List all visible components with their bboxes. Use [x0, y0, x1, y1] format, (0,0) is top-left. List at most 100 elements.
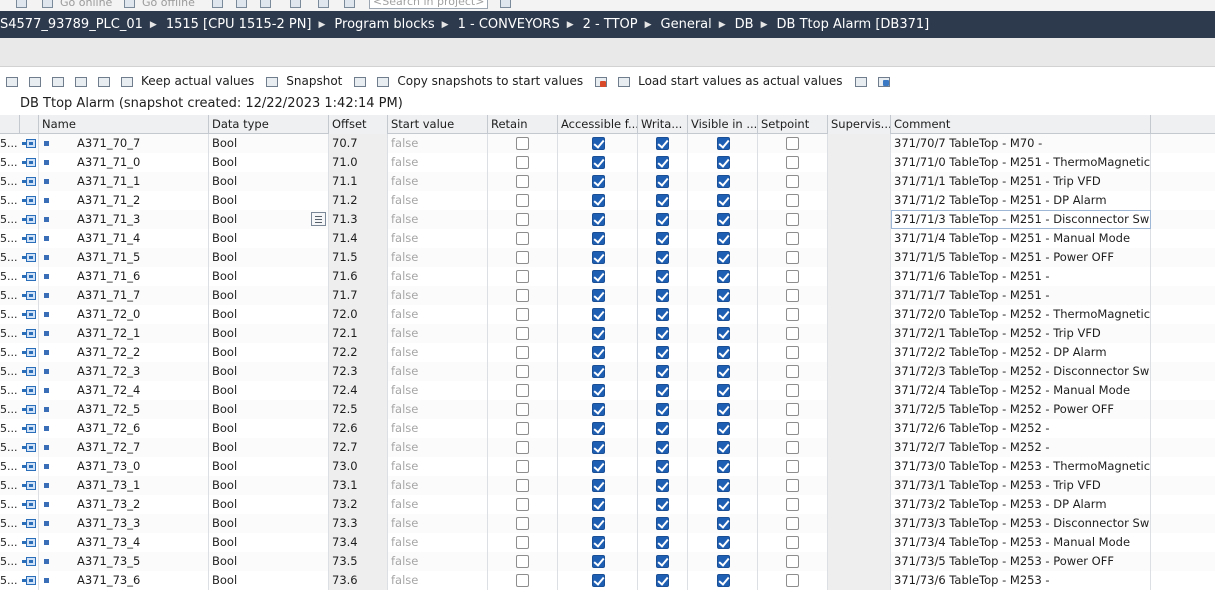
data-type[interactable]: Bool: [209, 457, 329, 476]
data-type[interactable]: Bool: [209, 476, 329, 495]
comment[interactable]: 371/71/5 TableTop - M251 - Power OFF: [891, 248, 1151, 267]
supervision[interactable]: [828, 381, 891, 400]
start-value[interactable]: false: [388, 362, 488, 381]
writable-checkbox[interactable]: [656, 536, 669, 549]
start-value[interactable]: false: [388, 343, 488, 362]
load-icon[interactable]: [853, 74, 868, 88]
supervision[interactable]: [828, 457, 891, 476]
tag-name[interactable]: A371_71_4: [39, 229, 209, 248]
data-type[interactable]: Bool: [209, 305, 329, 324]
comment[interactable]: 371/71/3 TableTop - M251 - Disconnector …: [891, 210, 1151, 229]
visible-checkbox[interactable]: [717, 479, 730, 492]
go-online-label[interactable]: Go online: [60, 0, 112, 9]
header-name[interactable]: Name: [39, 115, 209, 134]
accessible-checkbox[interactable]: [592, 422, 605, 435]
accessible-checkbox[interactable]: [592, 232, 605, 245]
retain-checkbox[interactable]: [516, 327, 529, 340]
writable-checkbox[interactable]: [656, 156, 669, 169]
header-start-value[interactable]: Start value: [388, 115, 488, 134]
breadcrumb-item[interactable]: 1515 [CPU 1515-2 PN]: [166, 17, 312, 32]
visible-checkbox[interactable]: [717, 460, 730, 473]
accessible-checkbox[interactable]: [592, 555, 605, 568]
setpoint-checkbox[interactable]: [786, 194, 799, 207]
visible-checkbox[interactable]: [717, 137, 730, 150]
split-horizontal-icon[interactable]: [318, 0, 329, 8]
data-type[interactable]: Bool: [209, 248, 329, 267]
split-vertical-icon[interactable]: [344, 0, 355, 8]
edit-list-icon[interactable]: [73, 74, 88, 88]
writable-checkbox[interactable]: [656, 555, 669, 568]
setpoint-checkbox[interactable]: [786, 536, 799, 549]
edit-list-icon[interactable]: [311, 212, 326, 226]
accessible-checkbox[interactable]: [592, 403, 605, 416]
comment[interactable]: 371/71/1 TableTop - M251 - Trip VFD: [891, 172, 1151, 191]
accessible-checkbox[interactable]: [592, 213, 605, 226]
visible-checkbox[interactable]: [717, 270, 730, 283]
table-row[interactable]: 5... A371_73_4 Bool 73.4 false 371/73/4 Table…: [0, 533, 1215, 552]
comment[interactable]: 371/73/4 TableTop - M253 - Manual Mode: [891, 533, 1151, 552]
writable-checkbox[interactable]: [656, 403, 669, 416]
setpoint-checkbox[interactable]: [786, 346, 799, 359]
retain-checkbox[interactable]: [516, 175, 529, 188]
start-value[interactable]: false: [388, 514, 488, 533]
accessible-checkbox[interactable]: [592, 270, 605, 283]
tag-name[interactable]: A371_72_5: [39, 400, 209, 419]
retain-checkbox[interactable]: [516, 213, 529, 226]
visible-checkbox[interactable]: [717, 175, 730, 188]
header-retain[interactable]: Retain: [488, 115, 558, 134]
reset-start-values-icon[interactable]: [593, 74, 608, 88]
start-value[interactable]: false: [388, 438, 488, 457]
tag-name[interactable]: A371_72_7: [39, 438, 209, 457]
go-offline-label[interactable]: Go offline: [142, 0, 195, 9]
retain-checkbox[interactable]: [516, 232, 529, 245]
setpoint-checkbox[interactable]: [786, 555, 799, 568]
writable-checkbox[interactable]: [656, 365, 669, 378]
accessible-checkbox[interactable]: [592, 137, 605, 150]
retain-checkbox[interactable]: [516, 365, 529, 378]
table-row[interactable]: 5... A371_73_5 Bool 73.5 false 371/73/5 Table…: [0, 552, 1215, 571]
data-type[interactable]: Bool: [209, 191, 329, 210]
tag-name[interactable]: A371_72_0: [39, 305, 209, 324]
header-accessible[interactable]: Accessible f...: [558, 115, 638, 134]
visible-checkbox[interactable]: [717, 308, 730, 321]
tag-name[interactable]: A371_72_2: [39, 343, 209, 362]
comment[interactable]: 371/71/2 TableTop - M251 - DP Alarm: [891, 191, 1151, 210]
setpoint-checkbox[interactable]: [786, 441, 799, 454]
setpoint-checkbox[interactable]: [786, 289, 799, 302]
retain-checkbox[interactable]: [516, 517, 529, 530]
writable-checkbox[interactable]: [656, 422, 669, 435]
comment[interactable]: 371/72/7 TableTop - M252 -: [891, 438, 1151, 457]
data-type[interactable]: Bool: [209, 286, 329, 305]
search-project-input[interactable]: <Search in project>: [369, 0, 488, 9]
retain-checkbox[interactable]: [516, 479, 529, 492]
table-row[interactable]: 5... A371_72_1 Bool 72.1 false 371/72/1 Table…: [0, 324, 1215, 343]
tag-name[interactable]: A371_71_3: [39, 210, 209, 229]
start-value[interactable]: false: [388, 286, 488, 305]
copy-snapshot-icon[interactable]: [352, 74, 367, 88]
visible-checkbox[interactable]: [717, 422, 730, 435]
supervision[interactable]: [828, 286, 891, 305]
start-value[interactable]: false: [388, 191, 488, 210]
start-value[interactable]: false: [388, 248, 488, 267]
tag-name[interactable]: A371_72_4: [39, 381, 209, 400]
writable-checkbox[interactable]: [656, 441, 669, 454]
data-type[interactable]: Bool: [209, 343, 329, 362]
accessible-checkbox[interactable]: [592, 346, 605, 359]
data-type[interactable]: Bool: [209, 153, 329, 172]
writable-checkbox[interactable]: [656, 289, 669, 302]
supervision[interactable]: [828, 571, 891, 590]
start-values-icon[interactable]: [616, 74, 631, 88]
start-value[interactable]: false: [388, 495, 488, 514]
data-type[interactable]: Bool: [209, 172, 329, 191]
retain-checkbox[interactable]: [516, 156, 529, 169]
start-value[interactable]: false: [388, 533, 488, 552]
visible-checkbox[interactable]: [717, 555, 730, 568]
comment[interactable]: 371/72/3 TableTop - M252 - Disconnector …: [891, 362, 1151, 381]
start-value[interactable]: false: [388, 324, 488, 343]
table-row[interactable]: 5... A371_71_1 Bool 71.1 false 371/71/1 Table…: [0, 172, 1215, 191]
accessible-devices-icon[interactable]: [212, 0, 223, 8]
visible-checkbox[interactable]: [717, 194, 730, 207]
data-type[interactable]: Bool: [209, 229, 329, 248]
setpoint-checkbox[interactable]: [786, 574, 799, 587]
start-value[interactable]: false: [388, 210, 488, 229]
